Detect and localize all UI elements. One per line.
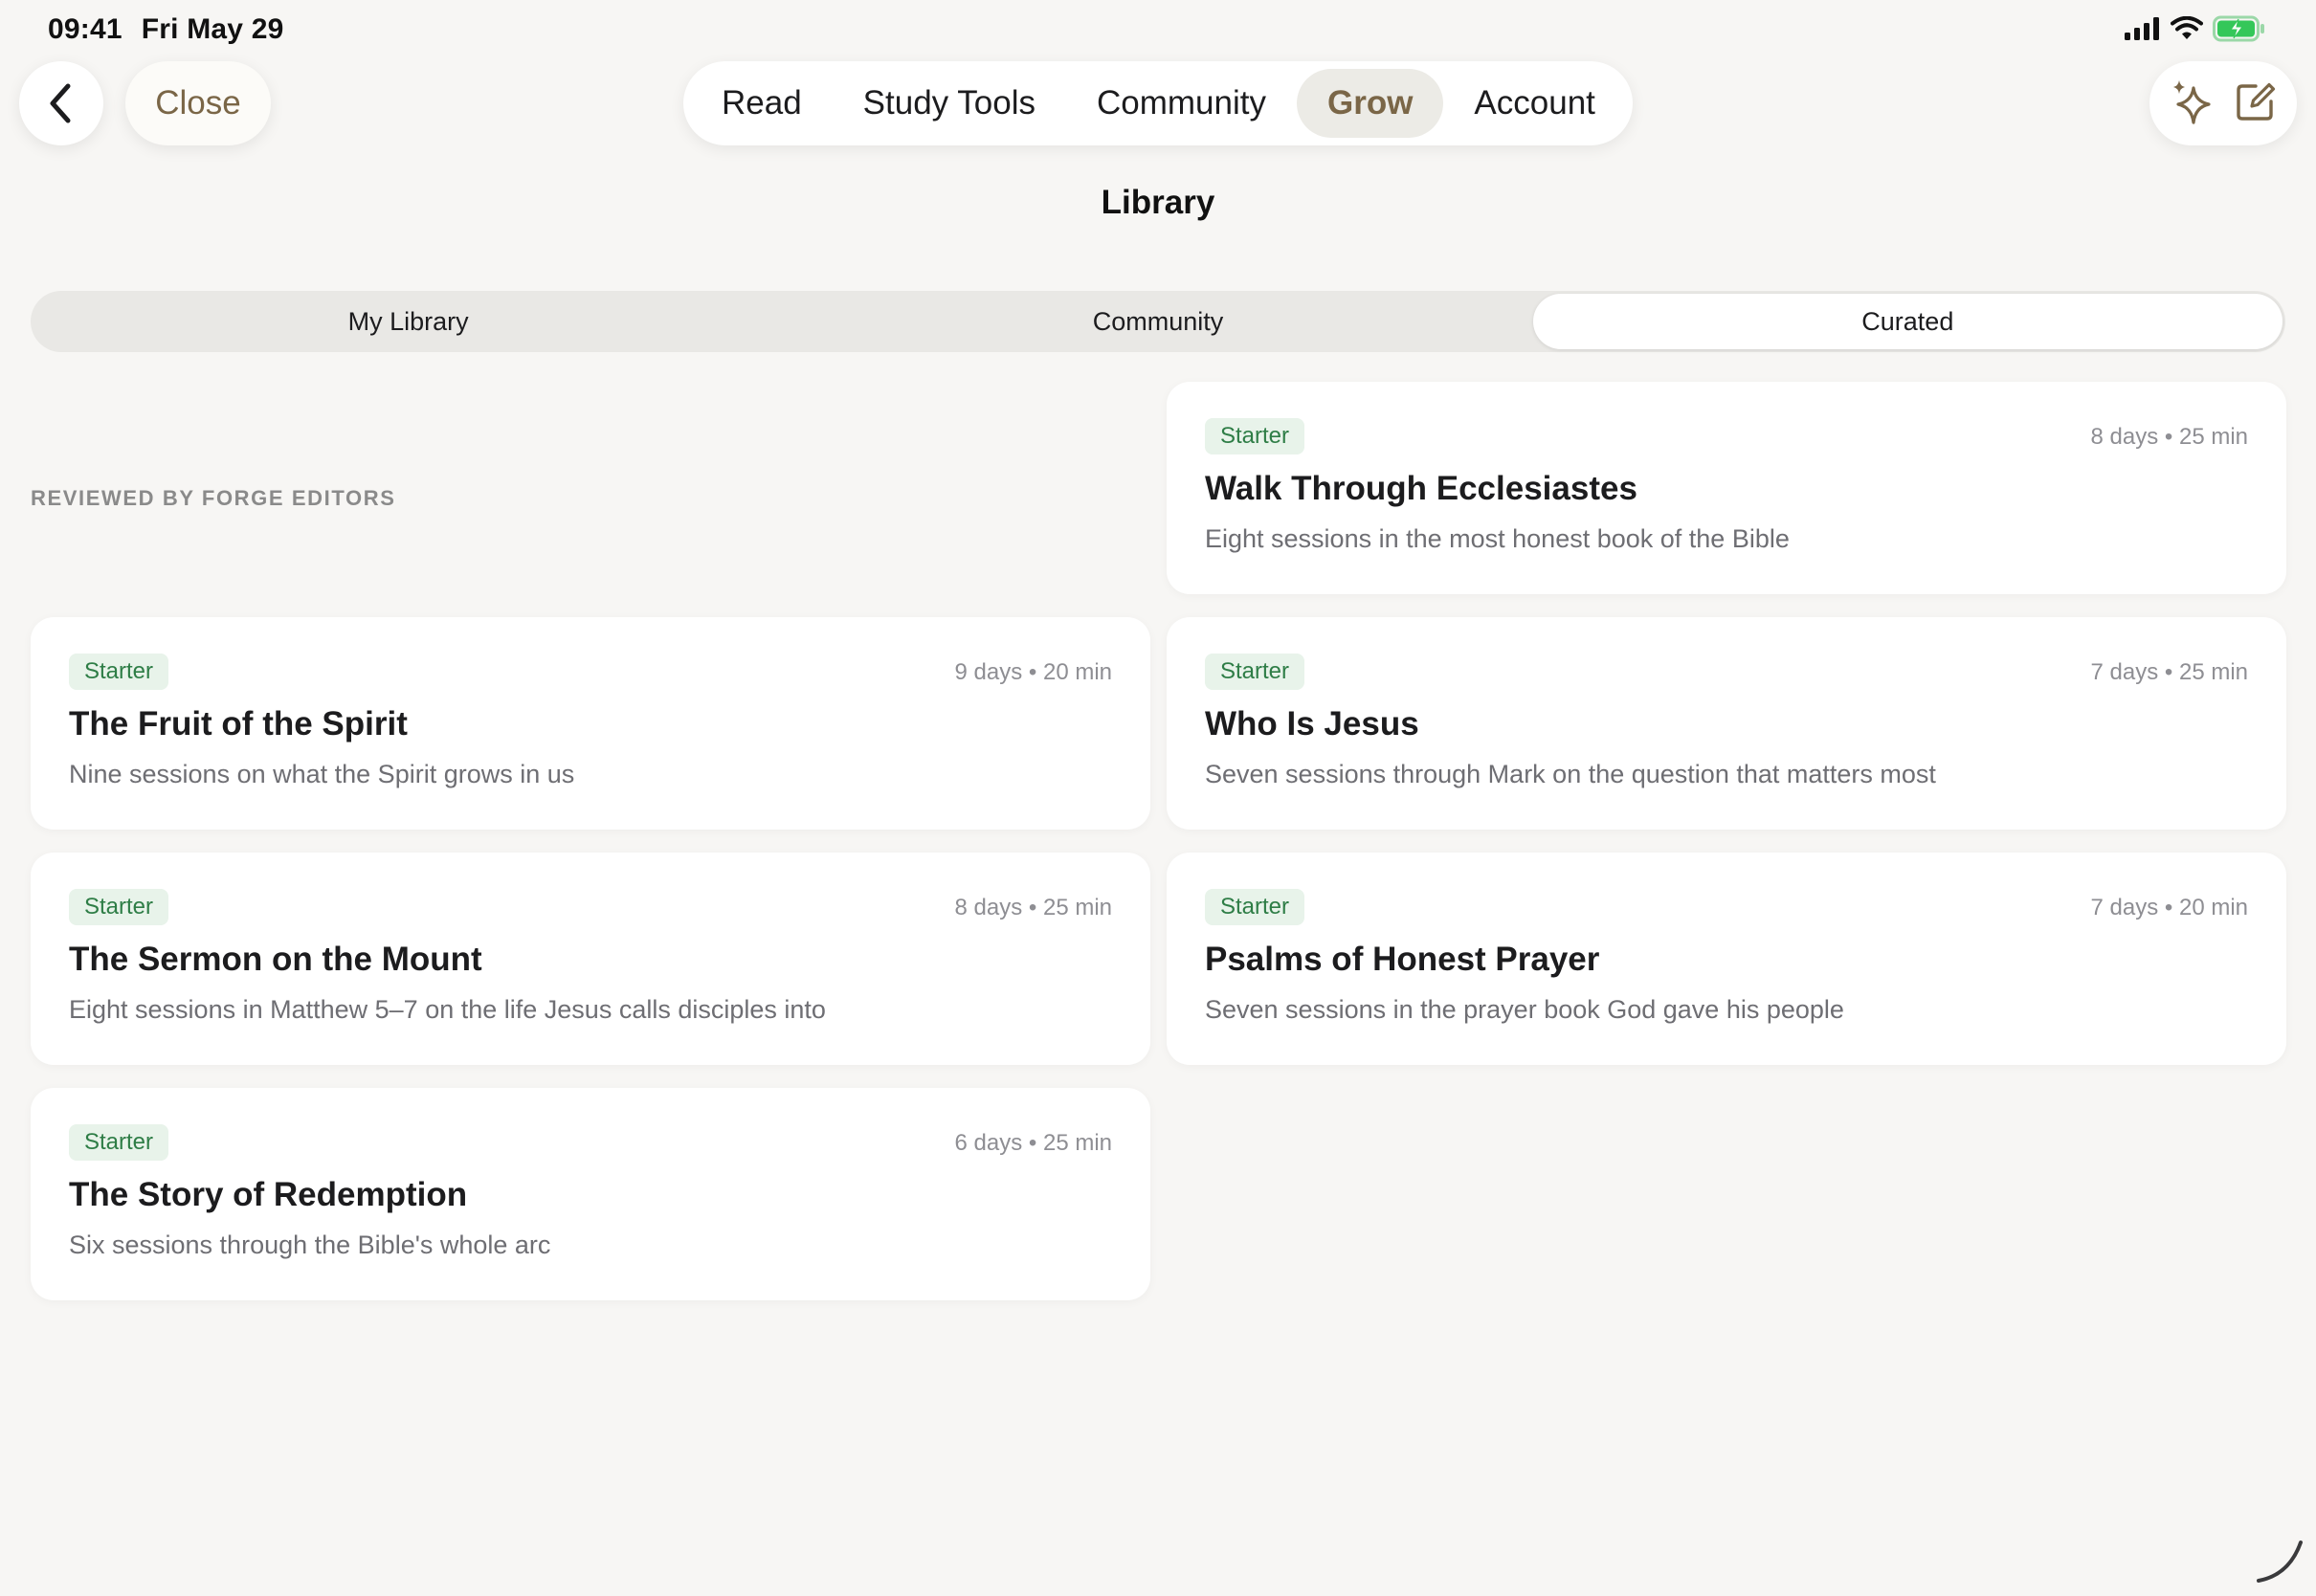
plan-subtitle: Seven sessions in the prayer book God ga… — [1205, 995, 1844, 1024]
plan-title: Walk Through Ecclesiastes — [1205, 470, 1637, 507]
back-button[interactable] — [19, 61, 103, 145]
library-screen: 09:41 Fri May 29 Close Read Study Tools — [0, 0, 2316, 1596]
compose-button[interactable] — [2235, 80, 2277, 127]
plan-card-who-is-jesus[interactable]: Starter 7 days • 25 min Who Is Jesus Sev… — [1167, 617, 2286, 830]
status-bar-time: 09:41 Fri May 29 — [48, 13, 283, 46]
chevron-left-icon — [50, 83, 71, 123]
plan-title: Who Is Jesus — [1205, 705, 1419, 743]
library-segmented-control: My Library Community Curated — [31, 291, 2285, 352]
main-tab-bar: Read Study Tools Community Grow Account — [683, 61, 1633, 145]
plan-title: The Fruit of the Spirit — [69, 705, 408, 743]
tab-study-tools[interactable]: Study Tools — [833, 69, 1066, 138]
status-date: Fri May 29 — [141, 13, 284, 45]
section-label: REVIEWED BY FORGE EDITORS — [31, 486, 396, 510]
segment-curated[interactable]: Curated — [1532, 294, 2283, 349]
status-time: 09:41 — [48, 13, 122, 45]
tab-account[interactable]: Account — [1443, 69, 1625, 138]
plan-badge: Starter — [1205, 418, 1305, 454]
plan-card-story-of-redemption[interactable]: Starter 6 days • 25 min The Story of Red… — [31, 1088, 1150, 1300]
plan-badge: Starter — [1205, 889, 1305, 925]
status-bar-indicators — [2125, 15, 2266, 42]
segment-community[interactable]: Community — [783, 294, 1532, 349]
cellular-signal-icon — [2125, 17, 2159, 40]
plan-title: The Story of Redemption — [69, 1176, 468, 1213]
plan-subtitle: Nine sessions on what the Spirit grows i… — [69, 760, 575, 788]
plan-subtitle: Seven sessions through Mark on the quest… — [1205, 760, 1936, 788]
ai-assist-button[interactable] — [2171, 78, 2213, 129]
plan-badge: Starter — [1205, 654, 1305, 690]
plan-duration: 7 days • 20 min — [2090, 895, 2248, 920]
plan-title: Psalms of Honest Prayer — [1205, 941, 1600, 978]
plan-card-walk-through-ecclesiastes[interactable]: Starter 8 days • 25 min Walk Through Ecc… — [1167, 382, 2286, 594]
tab-grow[interactable]: Grow — [1296, 69, 1444, 138]
plan-duration: 7 days • 25 min — [2090, 659, 2248, 685]
plan-duration: 8 days • 25 min — [2090, 424, 2248, 450]
plan-title: The Sermon on the Mount — [69, 941, 482, 978]
segment-my-library[interactable]: My Library — [33, 294, 783, 349]
page-title: Library — [1101, 184, 1215, 221]
plan-duration: 6 days • 25 min — [954, 1130, 1112, 1156]
plan-subtitle: Six sessions through the Bible's whole a… — [69, 1230, 551, 1259]
plan-subtitle: Eight sessions in the most honest book o… — [1205, 524, 1790, 553]
plan-subtitle: Eight sessions in Matthew 5–7 on the lif… — [69, 995, 826, 1024]
plan-card-fruit-of-the-spirit[interactable]: Starter 9 days • 20 min The Fruit of the… — [31, 617, 1150, 830]
battery-charging-icon — [2213, 15, 2264, 42]
wifi-icon — [2171, 16, 2203, 39]
plan-badge: Starter — [69, 1124, 169, 1161]
compose-icon — [2236, 82, 2275, 121]
toolbar-actions — [2149, 61, 2297, 145]
plan-duration: 9 days • 20 min — [954, 659, 1112, 685]
sparkles-icon — [2172, 79, 2211, 124]
plan-badge: Starter — [69, 654, 169, 690]
close-button[interactable]: Close — [125, 61, 271, 145]
plan-badge: Starter — [69, 889, 169, 925]
plan-duration: 8 days • 25 min — [954, 895, 1112, 920]
plan-card-sermon-on-the-mount[interactable]: Starter 8 days • 25 min The Sermon on th… — [31, 853, 1150, 1065]
resize-handle-icon[interactable] — [2251, 1531, 2308, 1588]
tab-community[interactable]: Community — [1066, 69, 1297, 138]
tab-read[interactable]: Read — [691, 69, 833, 138]
plan-card-psalms-of-honest-prayer[interactable]: Starter 7 days • 20 min Psalms of Honest… — [1167, 853, 2286, 1065]
